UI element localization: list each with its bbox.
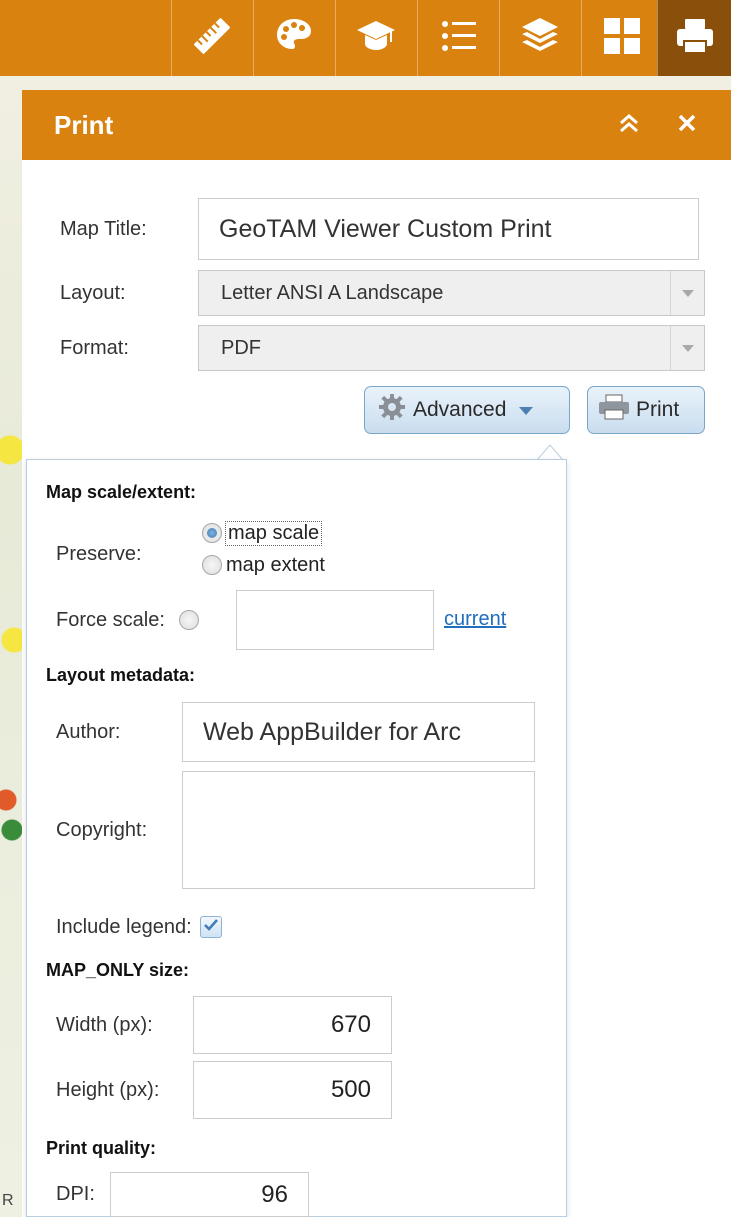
layout-label: Layout: [60, 281, 126, 304]
force-scale-radio[interactable] [178, 610, 199, 630]
include-legend-label: Include legend: [56, 915, 192, 938]
width-label: Width (px): [56, 1013, 153, 1036]
basemap-tool-button[interactable] [253, 0, 333, 76]
copyright-label: Copyright: [56, 818, 148, 841]
radio-map-scale[interactable]: map scale [202, 518, 323, 548]
layout-metadata-section-title: Layout metadata: [46, 665, 196, 685]
panel-header: Print [22, 90, 731, 160]
print-quality-section-title: Print quality: [46, 1138, 157, 1158]
map-label: R [2, 1192, 14, 1209]
close-icon [677, 113, 697, 138]
map-scale-option[interactable]: map scale [224, 520, 323, 546]
collapse-button[interactable] [611, 107, 647, 143]
printer-icon [598, 394, 630, 426]
print-tool-button[interactable] [657, 0, 731, 76]
double-chevron-up-icon [618, 112, 640, 139]
height-value: 500 [330, 1076, 371, 1103]
measurement-tool-button[interactable] [171, 0, 251, 76]
copyright-textarea[interactable] [182, 771, 535, 889]
dpi-label: DPI: [56, 1183, 95, 1205]
author-value: Web AppBuilder for Arc [203, 717, 462, 746]
format-label: Format: [60, 336, 129, 359]
radio-button[interactable] [202, 555, 222, 575]
preserve-label: Preserve: [56, 542, 142, 565]
layer-list-tool-button[interactable] [499, 0, 579, 76]
ruler-icon [191, 15, 233, 62]
widget-grid-icon [601, 15, 643, 62]
width-value: 670 [330, 1011, 371, 1038]
layout-value: Letter ANSI A Landscape [221, 281, 444, 304]
widgets-tool-button[interactable] [581, 0, 661, 76]
author-input[interactable]: Web AppBuilder for Arc [182, 702, 535, 762]
graduation-cap-icon [355, 15, 397, 62]
dpi-value: 96 [261, 1180, 288, 1208]
widget-toolbar [0, 0, 731, 76]
include-legend-checkbox[interactable] [199, 916, 222, 938]
printer-icon [674, 15, 716, 62]
about-tool-button[interactable] [335, 0, 415, 76]
caret-down-icon [518, 398, 534, 422]
map-title-label: Map Title: [60, 217, 147, 240]
map-title-input[interactable]: GeoTAM Viewer Custom Print [198, 198, 699, 260]
radio-map-extent[interactable]: map extent [202, 550, 325, 580]
print-button[interactable]: Print [587, 386, 705, 434]
layers-icon [519, 15, 561, 62]
gear-icon [377, 392, 407, 428]
format-value: PDF [221, 336, 261, 359]
close-button[interactable] [669, 107, 705, 143]
author-label: Author: [56, 720, 121, 743]
width-input[interactable]: 670 [193, 996, 392, 1054]
panel-title: Print [54, 109, 114, 140]
chevron-down-icon[interactable] [670, 326, 704, 370]
map-title-value: GeoTAM Viewer Custom Print [219, 214, 552, 243]
chevron-down-icon[interactable] [670, 271, 704, 315]
height-input[interactable]: 500 [193, 1061, 392, 1119]
checkmark-icon [203, 918, 219, 937]
layout-select[interactable]: Letter ANSI A Landscape [198, 270, 705, 316]
map-only-section-title: MAP_ONLY size: [46, 960, 190, 980]
format-select[interactable]: PDF [198, 325, 705, 371]
dropdown-caret [537, 444, 563, 460]
radio-button-checked[interactable] [202, 523, 222, 543]
current-scale-link[interactable]: current [444, 608, 506, 630]
height-label: Height (px): [56, 1078, 160, 1101]
legend-list-icon [437, 15, 479, 62]
map-scale-section-title: Map scale/extent: [46, 482, 197, 502]
print-label: Print [636, 398, 680, 421]
advanced-label: Advanced [413, 398, 507, 421]
legend-tool-button[interactable] [417, 0, 497, 76]
dpi-input[interactable]: 96 [110, 1172, 309, 1217]
advanced-button[interactable]: Advanced [364, 386, 570, 434]
force-scale-input[interactable] [236, 590, 434, 650]
force-scale-label: Force scale: [56, 608, 165, 631]
palette-icon [273, 15, 315, 62]
map-extent-option[interactable]: map extent [226, 554, 325, 577]
